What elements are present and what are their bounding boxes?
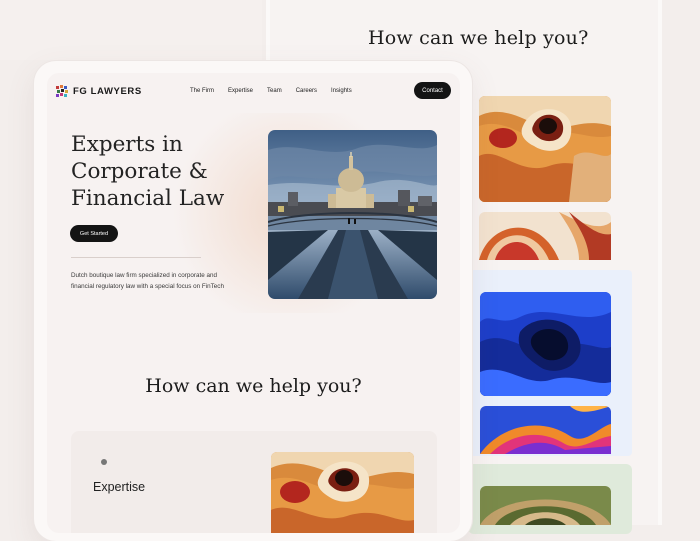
logo[interactable]: FG LAWYERS xyxy=(56,85,142,98)
hero-title-line-2: Corporate & xyxy=(71,159,208,184)
logo-mark-icon xyxy=(56,85,68,97)
expertise-abstract-image xyxy=(271,452,414,533)
nav-item-expertise[interactable]: Expertise xyxy=(228,88,253,94)
bullet-dot-icon xyxy=(101,459,107,465)
logo-text: FG LAWYERS xyxy=(73,86,142,97)
expertise-label: Expertise xyxy=(93,480,146,494)
get-started-button[interactable]: Get Started xyxy=(70,225,118,242)
hero-title: Experts in Corporate & Financial Law xyxy=(71,131,241,212)
nav-item-careers[interactable]: Careers xyxy=(296,88,317,94)
hero-description: Dutch boutique law firm specialized in c… xyxy=(71,272,224,290)
swirl-abstract-tile xyxy=(479,212,611,260)
services-heading: How can we help you? xyxy=(145,375,362,397)
rainbow-abstract-tile xyxy=(480,406,611,454)
main-nav: The Firm Expertise Team Careers Insights xyxy=(190,88,352,94)
blue-abstract-tile xyxy=(480,292,611,396)
background-strip xyxy=(0,0,262,60)
contact-button[interactable]: Contact xyxy=(414,82,451,99)
hero-divider xyxy=(71,257,201,258)
website-screen: FG LAWYERS The Firm Expertise Team Caree… xyxy=(47,73,460,533)
nav-item-the-firm[interactable]: The Firm xyxy=(190,88,214,94)
hero-title-line-3: Financial Law xyxy=(71,186,225,211)
nav-item-insights[interactable]: Insights xyxy=(331,88,352,94)
hero-title-line-1: Experts in xyxy=(71,132,183,157)
hero-cathedral-image xyxy=(268,130,437,299)
green-abstract-tile xyxy=(480,486,611,525)
orange-abstract-tile xyxy=(479,96,611,202)
nav-item-team[interactable]: Team xyxy=(267,88,282,94)
background-heading: How can we help you? xyxy=(368,27,589,49)
